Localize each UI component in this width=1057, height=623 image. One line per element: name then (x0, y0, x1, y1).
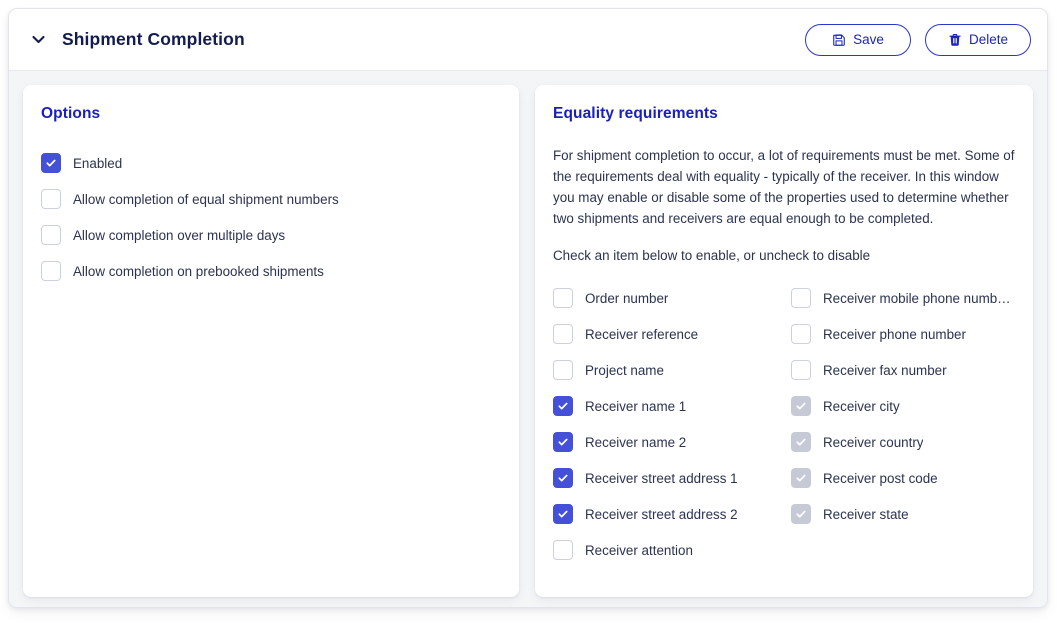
checkbox-row[interactable]: Allow completion of equal shipment numbe… (41, 181, 501, 217)
checkbox-row[interactable]: Receiver country (791, 424, 1015, 460)
checkbox-row[interactable]: Receiver city (791, 388, 1015, 424)
checkbox-label: Receiver attention (585, 542, 693, 558)
checkbox-checked-icon[interactable] (791, 396, 811, 416)
equality-requirements-card: Equality requirements For shipment compl… (535, 85, 1033, 597)
checkbox-checked-icon[interactable] (791, 504, 811, 524)
equality-description: For shipment completion to occur, a lot … (553, 148, 1015, 226)
panel-header: Shipment Completion Save Delete (9, 9, 1047, 71)
panel-body: Options Enabled Allow completion of equal… (9, 71, 1047, 607)
checkbox-label: Receiver street address 1 (585, 470, 738, 486)
checkbox-unchecked-icon[interactable] (553, 360, 573, 380)
checkbox-row[interactable]: Receiver post code (791, 460, 1015, 496)
checkbox-row[interactable]: Enabled (41, 145, 501, 181)
equality-hint: Check an item below to enable, or unchec… (553, 248, 871, 263)
checkbox-unchecked-icon[interactable] (791, 324, 811, 344)
checkbox-checked-icon[interactable] (791, 432, 811, 452)
checkbox-unchecked-icon[interactable] (791, 360, 811, 380)
checkbox-unchecked-icon[interactable] (553, 288, 573, 308)
checkbox-label: Receiver city (823, 398, 900, 414)
save-button-label: Save (853, 32, 884, 47)
trash-can-icon (948, 33, 962, 47)
equality-card-title: Equality requirements (553, 105, 718, 122)
checkbox-label: Receiver street address 2 (585, 506, 738, 522)
checkbox-unchecked-icon[interactable] (553, 540, 573, 560)
checkbox-row[interactable]: Project name (553, 352, 791, 388)
checkbox-label: Enabled (73, 155, 123, 171)
checkbox-unchecked-icon[interactable] (553, 324, 573, 344)
delete-button[interactable]: Delete (925, 23, 1031, 56)
floppy-disk-save-icon (832, 33, 846, 47)
checkbox-row[interactable]: Receiver mobile phone numb… (791, 280, 1015, 316)
checkbox-unchecked-icon[interactable] (41, 225, 61, 245)
checkbox-checked-icon[interactable] (553, 396, 573, 416)
checkbox-label: Receiver phone number (823, 326, 966, 342)
checkbox-row[interactable]: Receiver reference (553, 316, 791, 352)
checkbox-unchecked-icon[interactable] (41, 189, 61, 209)
checkbox-label: Order number (585, 290, 669, 306)
checkbox-label: Receiver name 2 (585, 434, 687, 450)
checkbox-label: Receiver name 1 (585, 398, 687, 414)
checkbox-row[interactable]: Receiver attention (553, 532, 791, 568)
checkbox-unchecked-icon[interactable] (41, 261, 61, 281)
page-title: Shipment Completion (62, 29, 245, 49)
checkbox-label: Allow completion over multiple days (73, 227, 286, 243)
options-card: Options Enabled Allow completion of equal… (23, 85, 519, 597)
checkbox-label: Receiver post code (823, 470, 938, 486)
checkbox-row[interactable]: Receiver phone number (791, 316, 1015, 352)
shipment-completion-window: Shipment Completion Save Delete Options … (8, 8, 1048, 608)
equality-right-column: Receiver mobile phone numb… Receiver phon… (791, 280, 1015, 568)
checkbox-row[interactable]: Receiver street address 1 (553, 460, 791, 496)
checkbox-row[interactable]: Receiver state (791, 496, 1015, 532)
checkbox-unchecked-icon[interactable] (791, 288, 811, 308)
checkbox-row[interactable]: Receiver name 1 (553, 388, 791, 424)
checkbox-checked-icon[interactable] (553, 504, 573, 524)
checkbox-checked-icon[interactable] (553, 432, 573, 452)
checkbox-row[interactable]: Allow completion on prebooked shipments (41, 253, 501, 289)
checkbox-label: Receiver country (823, 434, 924, 450)
checkbox-label: Receiver mobile phone numb… (823, 290, 1011, 306)
save-button[interactable]: Save (805, 23, 911, 56)
checkbox-checked-icon[interactable] (41, 153, 61, 173)
checkbox-label: Receiver reference (585, 326, 699, 342)
equality-checkbox-grid: Order number Receiver reference Project na… (553, 280, 1015, 568)
checkbox-row[interactable]: Receiver fax number (791, 352, 1015, 388)
chevron-down-icon[interactable] (23, 25, 53, 55)
options-card-title: Options (41, 105, 101, 122)
checkbox-checked-icon[interactable] (553, 468, 573, 488)
checkbox-row[interactable]: Receiver name 2 (553, 424, 791, 460)
checkbox-row[interactable]: Allow completion over multiple days (41, 217, 501, 253)
options-checkbox-list: Enabled Allow completion of equal shipmen… (41, 145, 501, 289)
checkbox-label: Receiver state (823, 506, 909, 522)
checkbox-row[interactable]: Receiver street address 2 (553, 496, 791, 532)
checkbox-row[interactable]: Order number (553, 280, 791, 316)
header-actions: Save Delete (805, 23, 1031, 56)
delete-button-label: Delete (968, 32, 1009, 47)
checkbox-label: Allow completion of equal shipment numbe… (73, 191, 339, 207)
checkbox-label: Project name (585, 362, 664, 378)
equality-left-column: Order number Receiver reference Project na… (553, 280, 791, 568)
checkbox-label: Receiver fax number (823, 362, 947, 378)
checkbox-checked-icon[interactable] (791, 468, 811, 488)
checkbox-label: Allow completion on prebooked shipments (73, 263, 324, 279)
